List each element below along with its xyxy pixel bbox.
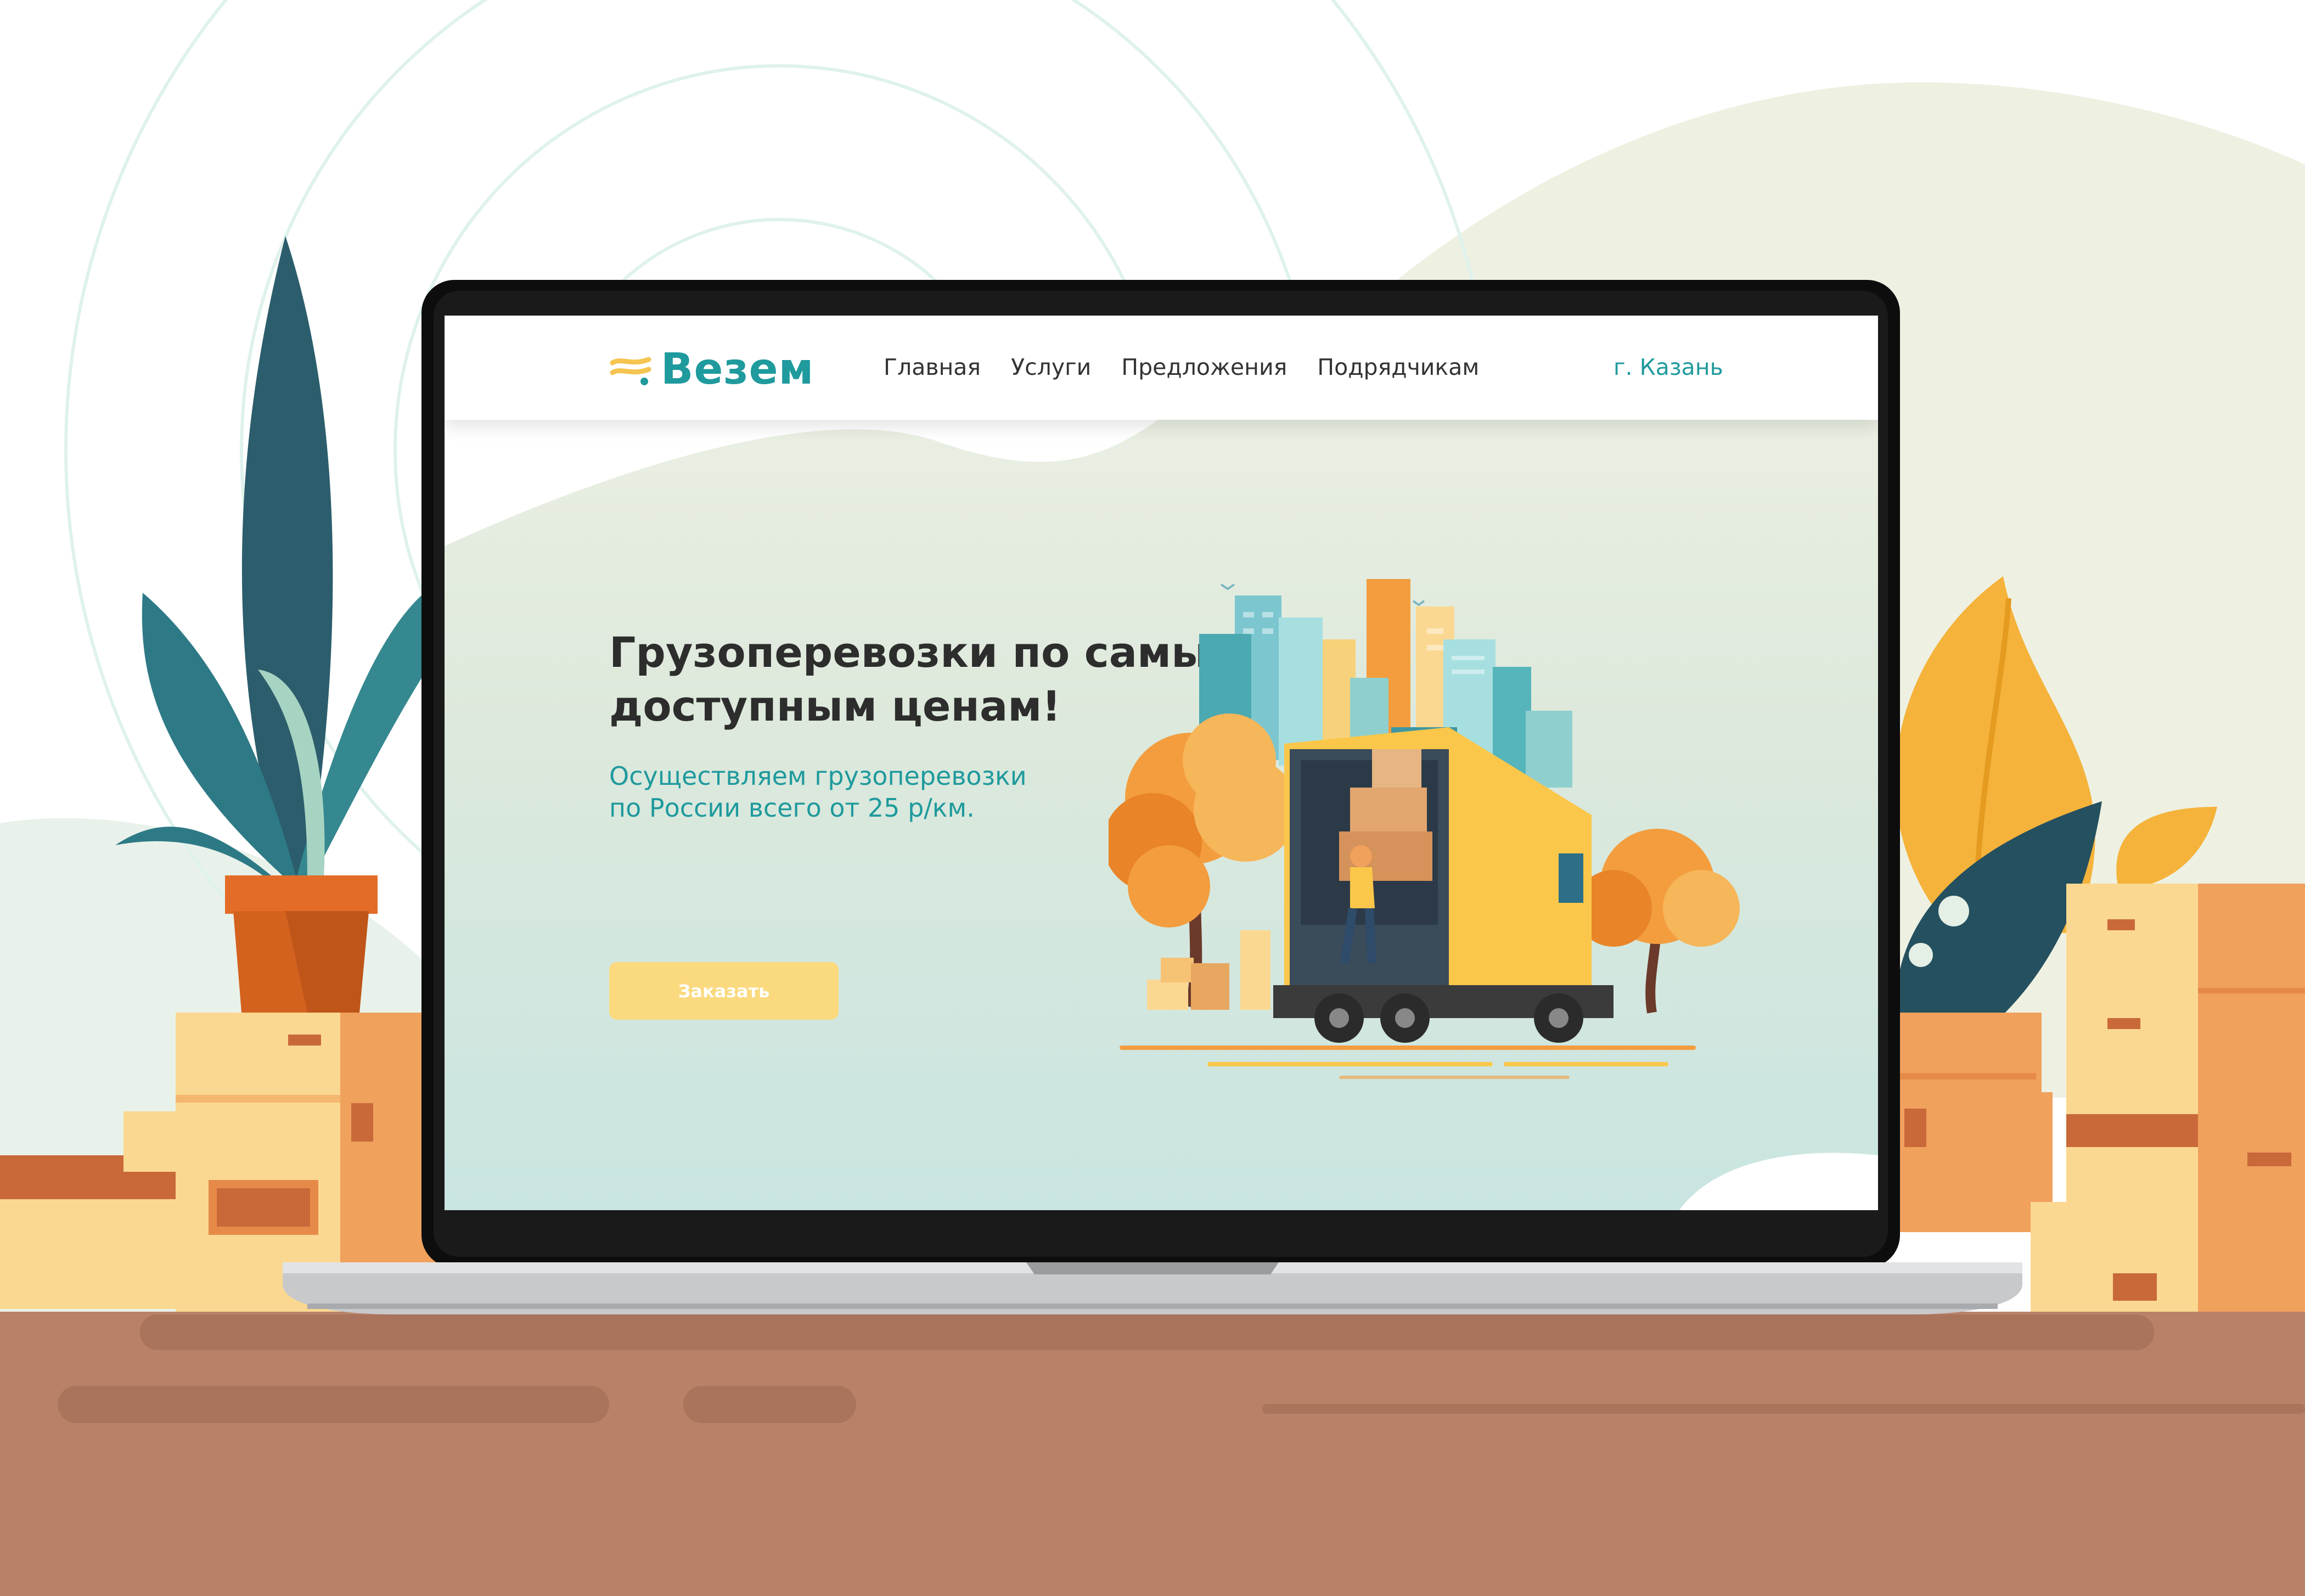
logo-text: Везем [661, 345, 814, 394]
hero-subtitle-line1: Осуществляем грузоперевозки [609, 761, 1027, 791]
hero-illustration [1109, 579, 1740, 1079]
hero-subtitle: Осуществляем грузоперевозки по России все… [609, 760, 1103, 824]
nav-item-offers[interactable]: Предложения [1121, 354, 1287, 380]
nav-item-contractors[interactable]: Подрядчикам [1317, 354, 1479, 380]
nav-item-home[interactable]: Главная [884, 354, 981, 380]
main-nav: Главная Услуги Предложения Подрядчикам [884, 354, 1479, 380]
header-navbar: Везем Главная Услуги Предложения Подрядч… [445, 316, 1878, 420]
hero-subtitle-line2: по России всего от 25 р/км. [609, 793, 975, 823]
mockup-scene: Везем Главная Услуги Предложения Подрядч… [0, 0, 2305, 1596]
nav-item-services[interactable]: Услуги [1011, 354, 1091, 380]
order-button[interactable]: Заказать [609, 962, 839, 1020]
hero-title-line2: доступным ценам! [609, 682, 1061, 730]
city-selector[interactable]: г. Казань [1614, 354, 1723, 380]
website-screen: Везем Главная Услуги Предложения Подрядч… [445, 316, 1878, 1210]
logo[interactable]: Везем [609, 342, 814, 397]
logo-waves-icon [610, 357, 651, 385]
